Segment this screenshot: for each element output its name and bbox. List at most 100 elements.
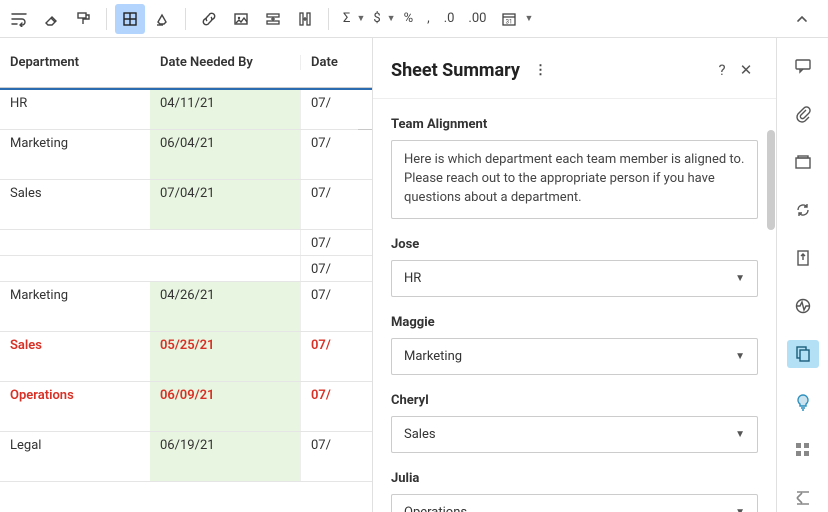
panel-scrollbar[interactable] <box>767 130 775 230</box>
publish-icon[interactable] <box>787 244 819 272</box>
cell-department[interactable]: Marketing <box>0 130 150 179</box>
cell-date-needed[interactable]: 06/09/21 <box>150 382 300 431</box>
cell-date[interactable]: 07/ <box>300 230 372 255</box>
eraser-icon[interactable] <box>36 4 66 34</box>
update-requests-icon[interactable] <box>787 196 819 224</box>
person-field: Jose HR▼ <box>391 237 758 297</box>
table-row[interactable]: Sales05/25/2107/ <box>0 332 372 382</box>
cell-date[interactable]: 07/ <box>300 282 372 331</box>
sum-button[interactable]: Σ <box>337 11 356 26</box>
close-icon[interactable]: ✕ <box>734 58 758 82</box>
image-icon[interactable] <box>226 4 256 34</box>
person-department-select[interactable]: Operations▼ <box>391 494 758 512</box>
increase-decimal-button[interactable]: .00 <box>462 11 492 26</box>
cell-department[interactable] <box>0 230 150 255</box>
cell-date[interactable]: 07/ <box>300 130 372 179</box>
cell-department[interactable]: Sales <box>0 332 150 381</box>
format-painter-icon[interactable] <box>68 4 98 34</box>
cell-department[interactable]: Sales <box>0 180 150 229</box>
person-name-label: Maggie <box>391 315 758 330</box>
person-department-select[interactable]: Marketing ▼ <box>391 338 758 375</box>
comments-icon[interactable] <box>787 52 819 80</box>
decrease-decimal-button[interactable]: .0 <box>438 11 461 26</box>
grid-area: Department Date Needed By Date HR04/11/2… <box>0 38 372 512</box>
cell-date-needed[interactable]: 06/04/21 <box>150 130 300 179</box>
help-icon[interactable]: ? <box>710 58 734 82</box>
toolbar: Σ ▼ $ ▼ % , .0 .00 31 ▼ <box>0 0 828 38</box>
table-row[interactable]: Marketing04/26/2107/ <box>0 282 372 332</box>
cell-date-needed[interactable]: 07/04/21 <box>150 180 300 229</box>
sheet-summary-icon[interactable] <box>787 340 819 368</box>
tips-icon[interactable] <box>787 388 819 416</box>
currency-dropdown[interactable]: ▼ <box>387 13 396 24</box>
highlight-icon[interactable] <box>147 4 177 34</box>
cell-department[interactable]: Operations <box>0 382 150 431</box>
team-alignment-text[interactable]: Here is which department each team membe… <box>391 140 758 219</box>
person-name-label: Jose <box>391 237 758 252</box>
thousands-button[interactable]: , <box>421 11 436 26</box>
table-row[interactable]: 07/ <box>0 256 372 282</box>
date-format-dropdown[interactable]: ▼ <box>524 13 533 24</box>
grid-header: Department Date Needed By Date <box>0 38 372 88</box>
attachments-icon[interactable] <box>787 100 819 128</box>
cell-department[interactable]: Legal <box>0 432 150 481</box>
cell-date-needed[interactable]: 05/25/21 <box>150 332 300 381</box>
currency-button[interactable]: $ <box>367 11 386 26</box>
table-row[interactable]: Operations06/09/2107/ <box>0 382 372 432</box>
cell-date[interactable]: 07/ <box>300 180 372 229</box>
right-rail <box>776 38 828 512</box>
person-department-select[interactable]: HR▼ <box>391 260 758 297</box>
insert-column-icon[interactable] <box>290 4 320 34</box>
cell-date-needed[interactable]: 04/26/21 <box>150 282 300 331</box>
cell-department[interactable] <box>0 256 150 281</box>
header-department[interactable]: Department <box>0 55 150 70</box>
person-name-label: Julia <box>391 471 758 486</box>
select-value: Marketing <box>404 349 462 364</box>
workapps-icon[interactable] <box>787 436 819 464</box>
separator <box>106 8 107 30</box>
header-date-needed[interactable]: Date Needed By <box>150 55 300 70</box>
cell-date[interactable]: 07/ <box>300 382 372 431</box>
person-department-select[interactable]: Sales▼ <box>391 416 758 453</box>
cell-date[interactable]: 07/ <box>300 256 372 281</box>
cell-date[interactable]: 07/ <box>300 332 372 381</box>
cell-date-needed[interactable]: 04/11/21 <box>150 90 300 129</box>
proofs-icon[interactable] <box>787 148 819 176</box>
cell-department[interactable]: HR <box>0 90 150 129</box>
svg-text:31: 31 <box>506 18 513 25</box>
table-row[interactable]: 07/ <box>0 230 372 256</box>
person-field: Julia Operations▼ <box>391 471 758 512</box>
person-field: CherylSales▼ <box>391 393 758 453</box>
insert-row-icon[interactable] <box>258 4 288 34</box>
cell-date-needed[interactable] <box>150 230 300 255</box>
link-icon[interactable] <box>194 4 224 34</box>
date-format-icon[interactable]: 31 <box>494 4 524 34</box>
separator <box>328 8 329 30</box>
cell-date[interactable]: 07/ <box>300 432 372 481</box>
cell-department[interactable]: Marketing <box>0 282 150 331</box>
resource-management-icon[interactable] <box>787 484 819 512</box>
collapse-toolbar-icon[interactable] <box>788 5 816 33</box>
table-row[interactable]: Marketing06/04/2107/ <box>0 130 372 180</box>
table-row[interactable]: Legal06/19/2107/ <box>0 432 372 482</box>
wrap-text-icon[interactable] <box>4 4 34 34</box>
cell-date-needed[interactable] <box>150 256 300 281</box>
borders-icon[interactable] <box>115 4 145 34</box>
sum-dropdown[interactable]: ▼ <box>356 13 365 24</box>
cell-date[interactable]: 07/ <box>300 90 372 129</box>
percent-button[interactable]: % <box>398 11 420 26</box>
chevron-down-icon: ▼ <box>735 429 745 440</box>
panel-body: Team Alignment Here is which department … <box>373 98 776 512</box>
header-date[interactable]: Date <box>300 55 372 70</box>
panel-menu-icon[interactable]: ⋮ <box>530 61 552 80</box>
chevron-down-icon: ▼ <box>735 351 745 362</box>
team-alignment-field: Team Alignment Here is which department … <box>391 117 758 219</box>
chevron-down-icon: ▼ <box>735 507 745 512</box>
cell-date-needed[interactable]: 06/19/21 <box>150 432 300 481</box>
person-field: Maggie Marketing ▼ <box>391 315 758 375</box>
grid-rows: HR04/11/2107/Marketing06/04/2107/Sales07… <box>0 90 372 512</box>
activity-log-icon[interactable] <box>787 292 819 320</box>
table-row[interactable]: HR04/11/2107/ <box>0 90 372 130</box>
table-row[interactable]: Sales07/04/2107/ <box>0 180 372 230</box>
team-alignment-label: Team Alignment <box>391 117 758 132</box>
